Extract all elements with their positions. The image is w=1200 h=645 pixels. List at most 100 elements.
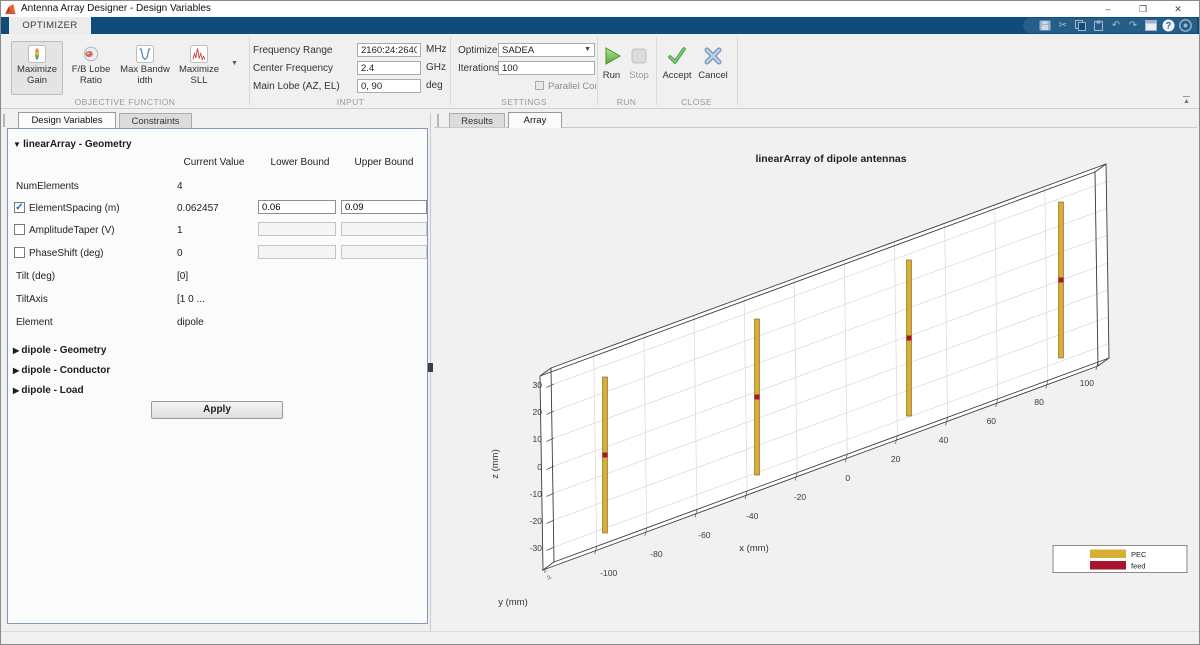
accept-button[interactable]: Accept bbox=[662, 45, 692, 81]
optimizer-dropdown[interactable]: SADEA ▼ bbox=[498, 43, 595, 57]
run-button[interactable]: Run bbox=[600, 45, 623, 81]
frequency-range-input[interactable] bbox=[357, 43, 421, 57]
copy-icon[interactable] bbox=[1075, 20, 1086, 31]
max-bandwidth-button[interactable]: Max Bandw idth bbox=[119, 41, 171, 95]
optimizer-ribbon: Maximize Gain F/B Lobe Ratio Max Bandw i… bbox=[1, 34, 1200, 109]
group-dipole-load[interactable]: ▶ dipole - Load bbox=[13, 385, 84, 396]
panel-grip[interactable] bbox=[437, 114, 439, 127]
array-view-panel: -100 -80 -60 -40 -20 0 20 40 60 80 100 3… bbox=[434, 127, 1197, 631]
run-label: Run bbox=[600, 70, 623, 81]
button-label: Ratio bbox=[66, 75, 116, 86]
tab-array[interactable]: Array bbox=[508, 112, 562, 128]
tab-optimizer[interactable]: OPTIMIZER bbox=[9, 17, 91, 34]
amplitude-taper-checkbox[interactable] bbox=[14, 224, 25, 235]
svg-text:-30: -30 bbox=[530, 543, 543, 553]
lower-bound-input[interactable] bbox=[258, 200, 336, 214]
section-separator bbox=[450, 37, 451, 105]
geometry-section-header[interactable]: ▼ linearArray - Geometry bbox=[13, 139, 132, 150]
maximize-gain-button[interactable]: Maximize Gain bbox=[11, 41, 63, 95]
svg-text:-20: -20 bbox=[794, 492, 807, 502]
phase-shift-checkbox[interactable] bbox=[14, 247, 25, 258]
panel-splitter[interactable] bbox=[430, 113, 431, 631]
restore-button[interactable]: ❐ bbox=[1129, 1, 1157, 17]
feed-2 bbox=[755, 395, 760, 400]
iterations-input[interactable] bbox=[498, 61, 595, 75]
row-value: 0.062457 bbox=[177, 203, 219, 214]
fb-lobe-ratio-button[interactable]: F/B Lobe Ratio bbox=[65, 41, 117, 95]
button-label: Maximize bbox=[12, 64, 62, 75]
array-3d-plot[interactable]: -100 -80 -60 -40 -20 0 20 40 60 80 100 3… bbox=[434, 128, 1197, 631]
group-dipole-conductor[interactable]: ▶ dipole - Conductor bbox=[13, 365, 110, 376]
tab-constraints[interactable]: Constraints bbox=[119, 113, 192, 129]
lower-bound-input-disabled bbox=[258, 245, 336, 259]
svg-text:100: 100 bbox=[1080, 378, 1094, 388]
collapse-ribbon-icon[interactable]: ▲ bbox=[1183, 96, 1190, 105]
section-label: RUN bbox=[597, 97, 656, 107]
matlab-logo-icon bbox=[5, 4, 16, 15]
cut-icon[interactable]: ✂ bbox=[1056, 19, 1070, 32]
feed-4 bbox=[1059, 278, 1064, 283]
svg-text:-10: -10 bbox=[530, 489, 543, 499]
main-lobe-unit: deg bbox=[426, 80, 443, 91]
plot-title: linearArray of dipole antennas bbox=[755, 153, 906, 165]
help-icon[interactable]: ? bbox=[1162, 19, 1175, 32]
button-label: F/B Lobe bbox=[66, 64, 116, 75]
fb-lobe-ratio-icon bbox=[82, 45, 100, 63]
paste-icon[interactable] bbox=[1093, 20, 1104, 31]
parallel-computing-checkbox[interactable] bbox=[535, 81, 544, 90]
splitter-handle[interactable] bbox=[428, 363, 433, 372]
save-icon[interactable] bbox=[1039, 20, 1051, 31]
element-spacing-checkbox[interactable]: ✓ bbox=[14, 202, 25, 213]
resources-icon[interactable] bbox=[1179, 19, 1192, 32]
legend-swatch-feed bbox=[1090, 561, 1126, 570]
layout-icon[interactable] bbox=[1145, 20, 1157, 31]
stop-button[interactable]: Stop bbox=[627, 45, 651, 81]
design-variables-panel: ▼ linearArray - Geometry Current Value L… bbox=[7, 128, 428, 624]
svg-text:?: ? bbox=[1166, 21, 1172, 31]
center-frequency-unit: GHz bbox=[426, 62, 446, 73]
column-header-current: Current Value bbox=[168, 157, 260, 168]
tab-design-variables[interactable]: Design Variables bbox=[18, 112, 116, 128]
row-value: dipole bbox=[177, 317, 204, 328]
ribbon-tab-strip: OPTIMIZER ✂ ↶ ↷ ? bbox=[1, 17, 1200, 34]
apply-button[interactable]: Apply bbox=[151, 401, 283, 419]
center-frequency-input[interactable] bbox=[357, 61, 421, 75]
cancel-button[interactable]: Cancel bbox=[698, 45, 728, 81]
cancel-label: Cancel bbox=[698, 70, 728, 81]
objective-gallery-dropdown-icon[interactable]: ▼ bbox=[231, 60, 238, 67]
button-label: Max Bandw bbox=[120, 64, 170, 75]
svg-text:0: 0 bbox=[537, 462, 542, 472]
collapse-arrow-icon: ▼ bbox=[13, 140, 23, 149]
section-separator bbox=[249, 37, 250, 105]
svg-text:30: 30 bbox=[533, 380, 543, 390]
maximize-sll-icon bbox=[190, 45, 208, 63]
row-name: Element bbox=[16, 317, 53, 328]
svg-text:-40: -40 bbox=[746, 511, 759, 521]
button-label: Gain bbox=[12, 75, 62, 86]
svg-text:20: 20 bbox=[891, 454, 901, 464]
column-header-lower: Lower Bound bbox=[258, 157, 342, 168]
optimizer-label: Optimizer bbox=[458, 44, 501, 57]
svg-text:-2: -2 bbox=[546, 575, 554, 582]
svg-text:80: 80 bbox=[1034, 397, 1044, 407]
main-lobe-input[interactable] bbox=[357, 79, 421, 93]
svg-text:-20: -20 bbox=[530, 516, 543, 526]
maximize-sll-button[interactable]: Maximize SLL bbox=[173, 41, 225, 95]
row-value: [0] bbox=[177, 271, 188, 282]
group-dipole-geometry[interactable]: ▶ dipole - Geometry bbox=[13, 345, 106, 356]
y-axis-label: y (mm) bbox=[498, 597, 528, 608]
lower-bound-input-disabled bbox=[258, 222, 336, 236]
upper-bound-input[interactable] bbox=[341, 200, 427, 214]
legend-label-pec: PEC bbox=[1131, 550, 1147, 559]
panel-grip[interactable] bbox=[3, 114, 5, 127]
redo-icon[interactable]: ↷ bbox=[1126, 19, 1140, 32]
main-lobe-label: Main Lobe (AZ, EL) bbox=[253, 80, 340, 93]
svg-text:-100: -100 bbox=[600, 568, 617, 578]
close-button[interactable]: ✕ bbox=[1164, 1, 1192, 17]
button-label: idth bbox=[120, 75, 170, 86]
undo-icon[interactable]: ↶ bbox=[1109, 19, 1123, 32]
row-value: [1 0 ... bbox=[177, 294, 205, 305]
row-name: Tilt (deg) bbox=[16, 271, 55, 282]
minimize-button[interactable]: – bbox=[1094, 1, 1122, 17]
status-bar bbox=[1, 631, 1200, 645]
